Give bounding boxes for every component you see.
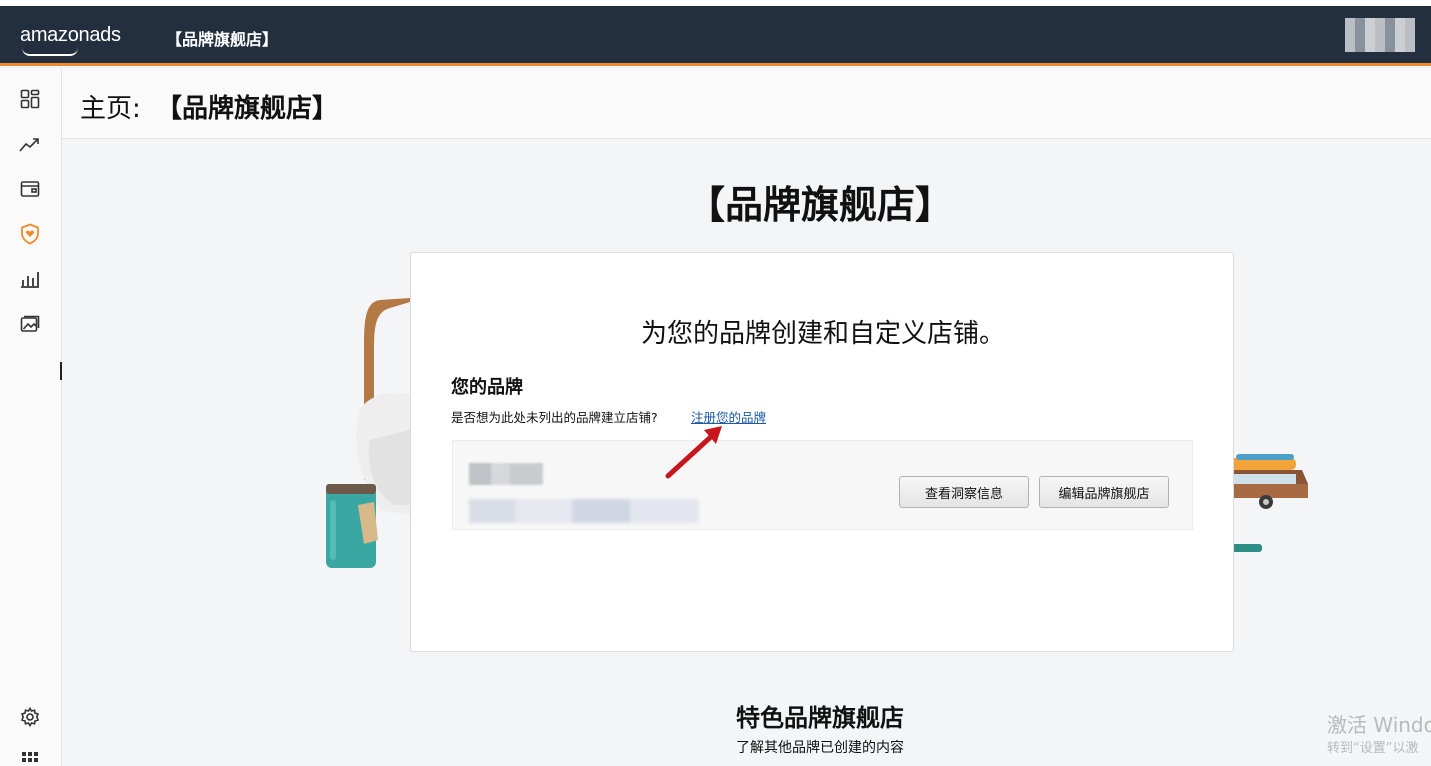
logo-smile	[22, 48, 78, 56]
brand-details-redacted	[469, 499, 699, 523]
brand-row: 查看洞察信息 编辑品牌旗舰店	[452, 440, 1193, 530]
featured-stores-subtitle: 了解其他品牌已创建的内容	[736, 740, 904, 756]
hero-title: 【品牌旗舰店】	[686, 183, 953, 227]
windows-activation-watermark: 激活 Windo	[1327, 713, 1431, 737]
trend-chart-icon[interactable]	[19, 133, 41, 155]
gear-icon[interactable]	[19, 706, 41, 728]
your-brand-heading: 您的品牌	[451, 377, 523, 398]
sidebar	[0, 69, 62, 766]
brand-name-redacted	[469, 463, 543, 485]
windows-activation-hint: 转到“设置”以激	[1327, 741, 1419, 756]
featured-stores-title: 特色品牌旗舰店	[736, 704, 904, 732]
apps-grid-icon[interactable]	[19, 749, 41, 766]
store-title: 【品牌旗舰店】	[166, 30, 279, 49]
page-title: 【品牌旗舰店】	[156, 94, 339, 124]
media-gallery-icon[interactable]	[19, 313, 41, 335]
red-annotation-arrow-icon	[660, 420, 730, 486]
decorative-chair-illustration	[320, 290, 415, 584]
wallet-icon[interactable]	[19, 178, 41, 200]
page-title-prefix: 主页:	[80, 94, 141, 124]
create-store-card: 为您的品牌创建和自定义店铺。 您的品牌 是否想为此处未列出的品牌建立店铺? 注册…	[410, 252, 1234, 652]
view-insights-button[interactable]: 查看洞察信息	[899, 476, 1029, 508]
top-navigation-bar: amazonads 【品牌旗舰店】	[0, 6, 1431, 66]
card-title: 为您的品牌创建和自定义店铺。	[640, 319, 1005, 349]
sidebar-collapse-handle[interactable]	[60, 362, 62, 380]
logo-text: amazonads	[20, 24, 121, 46]
amazon-ads-logo[interactable]: amazonads	[20, 24, 121, 56]
bar-chart-icon[interactable]	[19, 268, 41, 290]
page-header: 主页: 【品牌旗舰店】	[62, 69, 1431, 139]
decorative-toy-car-illustration	[1222, 450, 1332, 564]
dashboard-icon[interactable]	[19, 88, 41, 110]
account-avatar[interactable]	[1345, 18, 1415, 52]
edit-store-button[interactable]: 编辑品牌旗舰店	[1039, 476, 1169, 508]
unlisted-brand-question: 是否想为此处未列出的品牌建立店铺?	[451, 410, 658, 425]
brand-shield-icon[interactable]	[19, 223, 41, 245]
